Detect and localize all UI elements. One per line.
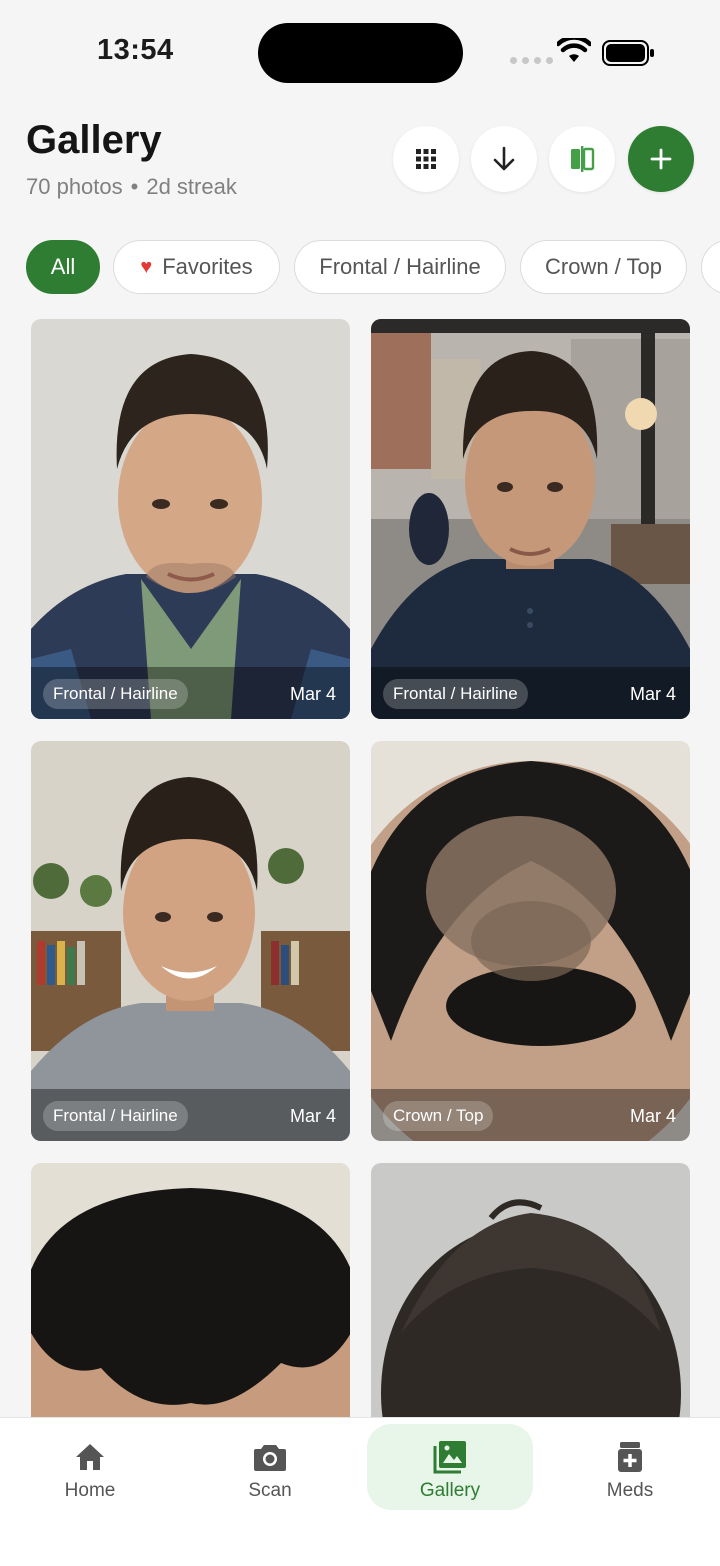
photo-card[interactable]: Crown / Top Mar 4 bbox=[371, 741, 690, 1141]
nav-label: Meds bbox=[606, 1480, 654, 1501]
status-time: 13:54 bbox=[97, 34, 174, 66]
photo-thumbnail bbox=[371, 741, 690, 1141]
photo-thumbnail bbox=[31, 319, 350, 719]
photo-angle-tag: Frontal / Hairline bbox=[43, 1101, 188, 1131]
chip-label: Favorites bbox=[162, 254, 253, 279]
separator: • bbox=[130, 174, 139, 199]
photo-angle-tag: Frontal / Hairline bbox=[43, 679, 188, 709]
meds-icon bbox=[618, 1442, 642, 1472]
filter-chip-more[interactable] bbox=[701, 240, 720, 294]
cellular-signal-icon bbox=[510, 57, 553, 64]
dynamic-island bbox=[258, 23, 463, 83]
nav-item-meds[interactable]: Meds bbox=[547, 1424, 713, 1510]
photo-card[interactable]: Frontal / Hairline Mar 4 bbox=[31, 319, 350, 719]
filter-chip-crown-top[interactable]: Crown / Top bbox=[520, 240, 687, 294]
photo-angle-tag: Frontal / Hairline bbox=[383, 679, 528, 709]
bottom-nav: Home Scan Gallery Meds bbox=[0, 1417, 720, 1566]
photo-date: Mar 4 bbox=[289, 1106, 336, 1126]
status-bar: 13:54 bbox=[0, 0, 720, 100]
plus-icon bbox=[650, 148, 672, 170]
chip-label: Crown / Top bbox=[545, 254, 662, 279]
photo-count: 70 photos bbox=[26, 174, 123, 199]
photo-card[interactable]: Frontal / Hairline Mar 4 bbox=[31, 741, 350, 1141]
nav-item-home[interactable]: Home bbox=[7, 1424, 173, 1510]
photo-date: Mar 4 bbox=[629, 1106, 676, 1126]
photo-card[interactable]: Frontal / Hairline Mar 4 bbox=[371, 319, 690, 719]
wifi-icon bbox=[557, 38, 591, 62]
streak-count: 2d streak bbox=[146, 174, 237, 199]
compare-button[interactable] bbox=[549, 126, 615, 192]
filter-chip-all[interactable]: All bbox=[26, 240, 100, 294]
camera-icon bbox=[254, 1445, 286, 1471]
add-photo-button[interactable] bbox=[628, 126, 694, 192]
nav-item-gallery[interactable]: Gallery bbox=[367, 1424, 533, 1510]
filter-chip-frontal-hairline[interactable]: Frontal / Hairline bbox=[294, 240, 506, 294]
chip-label: All bbox=[50, 254, 76, 279]
nav-item-scan[interactable]: Scan bbox=[187, 1424, 353, 1510]
arrow-down-icon bbox=[493, 146, 515, 171]
photo-thumbnail bbox=[371, 319, 690, 719]
heart-icon: ♥ bbox=[140, 255, 153, 278]
nav-label: Scan bbox=[248, 1480, 292, 1501]
nav-label: Home bbox=[64, 1480, 116, 1501]
grid-view-button[interactable] bbox=[393, 126, 459, 192]
photo-date: Mar 4 bbox=[629, 684, 676, 704]
chip-label: Frontal / Hairline bbox=[319, 254, 481, 279]
page-title: Gallery bbox=[26, 118, 162, 162]
gallery-summary: 70 photos • 2d streak bbox=[26, 174, 237, 200]
compare-icon bbox=[571, 146, 595, 172]
home-icon bbox=[76, 1444, 104, 1470]
battery-icon bbox=[602, 40, 654, 66]
nav-label: Gallery bbox=[419, 1480, 481, 1501]
sort-button[interactable] bbox=[471, 126, 537, 192]
photo-angle-tag: Crown / Top bbox=[383, 1101, 494, 1131]
filter-chips: All ♥ Favorites Frontal / Hairline Crown… bbox=[26, 240, 720, 296]
gallery-icon bbox=[433, 1441, 466, 1474]
grid-icon bbox=[416, 149, 436, 169]
photo-date: Mar 4 bbox=[289, 684, 336, 704]
filter-chip-favorites[interactable]: ♥ Favorites bbox=[113, 240, 280, 294]
photo-thumbnail bbox=[31, 741, 350, 1141]
